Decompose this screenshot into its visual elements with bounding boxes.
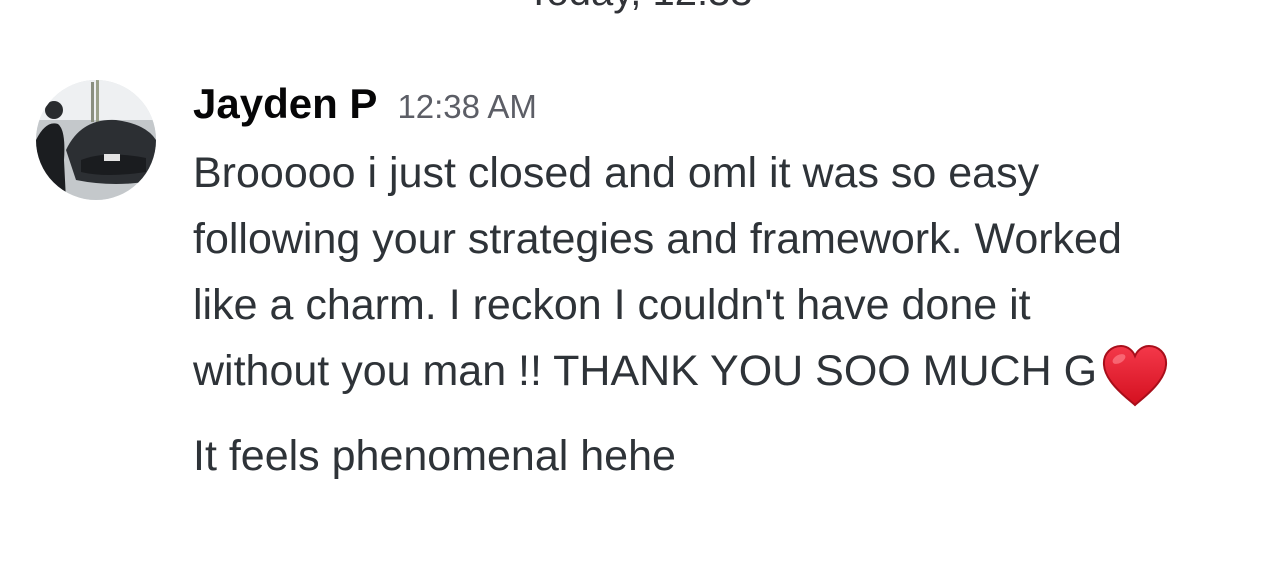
avatar[interactable] <box>36 80 156 200</box>
message-header: Jayden P 12:38 AM <box>193 78 537 140</box>
message-line: Brooooo i just closed and oml it was so … <box>193 149 1040 197</box>
timestamp: 12:38 AM <box>397 88 537 125</box>
message-line-text: without you man !! THANK YOU SOO MUCH G <box>193 347 1098 395</box>
message-line: following your strategies and framework.… <box>193 215 1122 263</box>
message-content: Brooooo i just closed and oml it was so … <box>193 140 1263 489</box>
followup-message: It feels phenomenal hehe <box>193 432 676 480</box>
chat-message: Jayden P 12:38 AM Brooooo i just closed a… <box>0 0 1279 574</box>
username[interactable]: Jayden P <box>193 80 377 127</box>
heart-emoji-icon <box>1101 343 1169 409</box>
message-line-with-emoji: without you man !! THANK YOU SOO MUCH G <box>193 338 1263 409</box>
message-line: like a charm. I reckon I couldn't have d… <box>193 281 1031 329</box>
avatar-photo-icon <box>36 80 156 200</box>
